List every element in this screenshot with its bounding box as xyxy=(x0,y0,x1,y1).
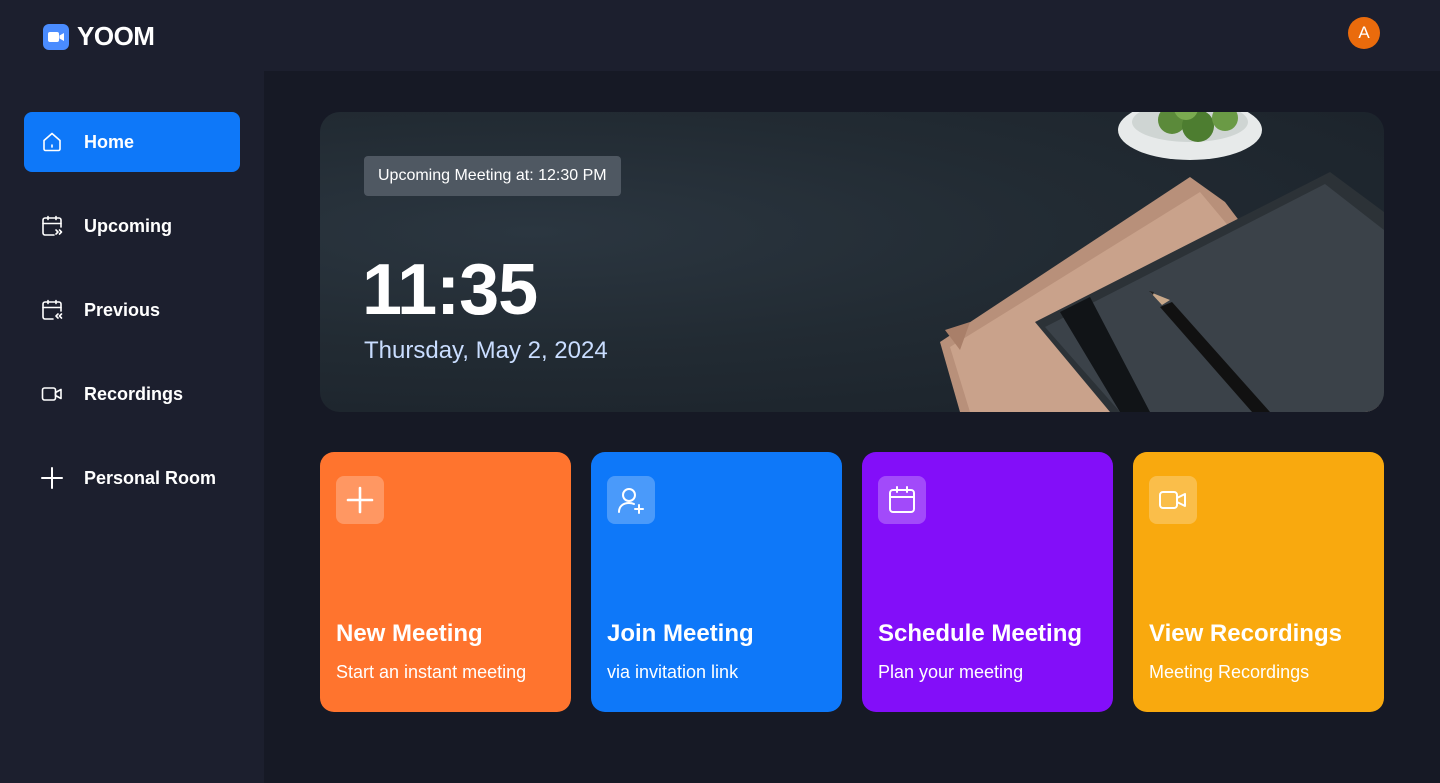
sidebar-item-label: Home xyxy=(84,131,135,152)
app-logo[interactable]: YOOM xyxy=(43,21,155,52)
calendar-icon xyxy=(889,486,915,513)
calendar-upcoming-icon xyxy=(42,215,63,236)
upcoming-meeting-badge: Upcoming Meeting at: 12:30 PM xyxy=(364,156,621,196)
sidebar-item-personal-room[interactable]: Personal Room xyxy=(24,448,240,508)
card-title: View Recordings xyxy=(1149,620,1342,647)
video-icon xyxy=(1159,491,1186,509)
card-title: Join Meeting xyxy=(607,620,754,647)
top-bar: YOOM A xyxy=(0,0,1440,71)
card-subtitle: via invitation link xyxy=(607,662,739,682)
sidebar-item-home[interactable]: Home xyxy=(24,112,240,172)
sidebar-item-label: Upcoming xyxy=(84,215,172,236)
card-title: Schedule Meeting xyxy=(878,620,1083,647)
card-icon-container xyxy=(878,476,926,524)
current-time: 11:35 xyxy=(362,250,538,330)
calendar-previous-icon xyxy=(42,299,63,320)
schedule-meeting-card[interactable]: Schedule Meeting Plan your meeting xyxy=(862,452,1113,712)
current-date: Thursday, May 2, 2024 xyxy=(364,337,608,364)
user-avatar[interactable]: A xyxy=(1348,17,1380,49)
card-icon-container xyxy=(1149,476,1197,524)
card-icon-container xyxy=(336,476,384,524)
video-icon xyxy=(41,387,62,401)
sidebar-item-label: Recordings xyxy=(84,383,184,404)
card-subtitle: Plan your meeting xyxy=(878,662,1024,682)
sidebar: Home Upcoming Previous Recordings Person… xyxy=(0,71,264,783)
join-meeting-card[interactable]: Join Meeting via invitation link xyxy=(591,452,842,712)
new-meeting-card[interactable]: New Meeting Start an instant meeting xyxy=(320,452,571,712)
card-title: New Meeting xyxy=(336,620,483,647)
video-camera-icon xyxy=(43,23,69,50)
plus-icon xyxy=(346,486,374,514)
plus-icon xyxy=(41,467,63,489)
card-subtitle: Meeting Recordings xyxy=(1149,662,1310,682)
sidebar-item-recordings[interactable]: Recordings xyxy=(24,364,240,424)
view-recordings-card[interactable]: View Recordings Meeting Recordings xyxy=(1133,452,1384,712)
sidebar-item-label: Previous xyxy=(84,299,161,320)
hero-banner: Upcoming Meeting at: 12:30 PM 11:35 Thur… xyxy=(320,112,1384,412)
add-user-icon xyxy=(618,488,644,514)
sidebar-item-label: Personal Room xyxy=(84,467,217,488)
card-subtitle: Start an instant meeting xyxy=(336,662,527,682)
sidebar-item-previous[interactable]: Previous xyxy=(24,280,240,340)
card-icon-container xyxy=(607,476,655,524)
sidebar-item-upcoming[interactable]: Upcoming xyxy=(24,196,240,256)
app-name: YOOM xyxy=(77,21,155,51)
home-icon xyxy=(43,132,61,152)
